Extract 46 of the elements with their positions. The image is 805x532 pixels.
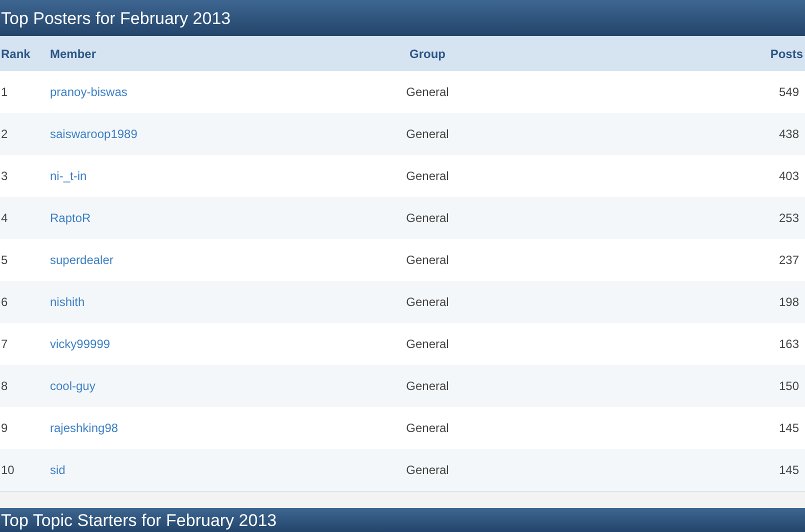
posts-cell-text: 198 bbox=[778, 294, 800, 311]
member-link[interactable]: nishith bbox=[50, 295, 85, 309]
rank-cell-text: 3 bbox=[0, 168, 9, 185]
rank-cell-text: 8 bbox=[0, 378, 9, 395]
member-link[interactable]: superdealer bbox=[50, 253, 114, 267]
group-cell-text: General bbox=[405, 378, 450, 395]
rank-cell-text: 1 bbox=[0, 84, 9, 101]
section-title: Top Topic Starters for February 2013 bbox=[0, 512, 277, 529]
posts-cell-text: 145 bbox=[778, 462, 800, 479]
rank-cell-text: 2 bbox=[0, 126, 9, 143]
rank-cell-text: 10 bbox=[0, 462, 16, 479]
member-link[interactable]: rajeshking98 bbox=[50, 421, 118, 435]
group-cell-text: General bbox=[405, 336, 450, 353]
posts-cell-text: 150 bbox=[778, 378, 800, 395]
posts-cell-text: 549 bbox=[778, 84, 800, 101]
posts-cell-text: 438 bbox=[778, 126, 800, 143]
group-cell-text: General bbox=[405, 294, 450, 311]
section-title: Top Posters for February 2013 bbox=[0, 10, 231, 26]
rank-cell-text: 5 bbox=[0, 252, 9, 269]
member-link[interactable]: RaptoR bbox=[50, 211, 91, 225]
rank-cell-text: 4 bbox=[0, 210, 9, 227]
member-link[interactable]: pranoy-biswas bbox=[50, 85, 128, 99]
member-link[interactable]: vicky99999 bbox=[50, 337, 110, 351]
rank-cell-text: 6 bbox=[0, 294, 9, 311]
posts-cell-text: 403 bbox=[778, 168, 800, 185]
member-link[interactable]: sid bbox=[50, 463, 66, 477]
member-link[interactable]: saiswaroop1989 bbox=[50, 127, 138, 141]
group-cell-text: General bbox=[405, 210, 450, 227]
group-cell-text: General bbox=[405, 252, 450, 269]
posts-cell-text: 253 bbox=[778, 210, 800, 227]
group-cell-text: General bbox=[405, 84, 450, 101]
rank-cell-text: 7 bbox=[0, 336, 9, 353]
member-link[interactable]: ni-_t-in bbox=[50, 169, 87, 183]
rank-cell-text: 9 bbox=[0, 420, 9, 437]
posts-cell-text: 145 bbox=[778, 420, 800, 437]
member-link[interactable]: cool-guy bbox=[50, 379, 96, 393]
group-cell-text: General bbox=[405, 168, 450, 185]
posts-cell-text: 237 bbox=[778, 252, 800, 269]
column-header[interactable]: Member bbox=[50, 44, 348, 62]
posts-cell-text: 163 bbox=[778, 336, 800, 353]
group-cell-text: General bbox=[405, 462, 450, 479]
column-header[interactable]: Rank bbox=[0, 44, 50, 62]
column-header[interactable]: Group bbox=[348, 44, 508, 62]
group-cell-text: General bbox=[405, 126, 450, 143]
group-cell-text: General bbox=[405, 420, 450, 437]
column-header[interactable]: Posts bbox=[508, 44, 805, 62]
